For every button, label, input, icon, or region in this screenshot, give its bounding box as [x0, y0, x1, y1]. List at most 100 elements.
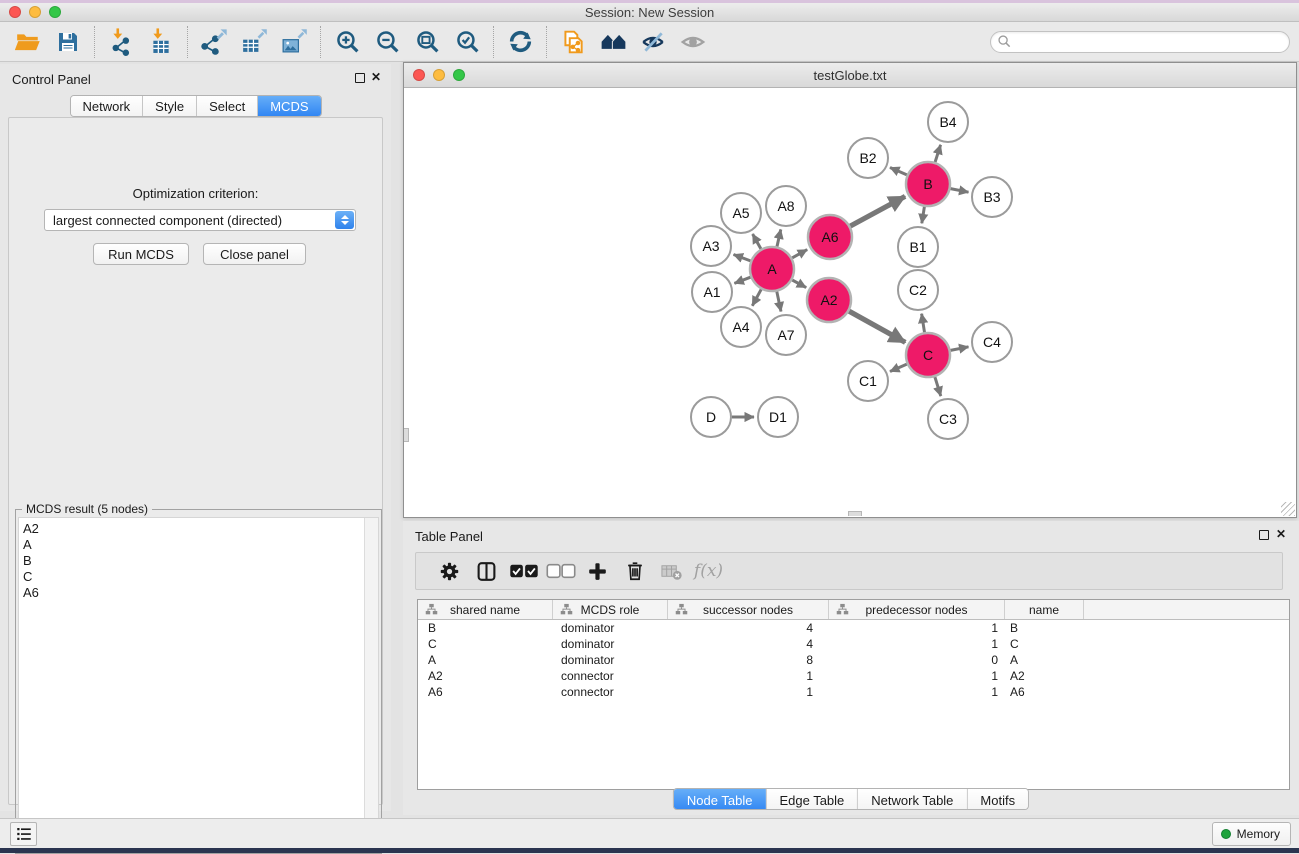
show-all-columns-icon[interactable] [505, 556, 542, 586]
network-overview-icon-glyph [600, 28, 627, 55]
mcds-result-item[interactable]: A6 [23, 585, 364, 601]
node-table-header: shared name MCDS rolesuccessor nodesprede… [418, 600, 1289, 620]
import-network-icon[interactable] [101, 25, 141, 59]
node-D[interactable]: D [691, 397, 731, 437]
table-row[interactable]: Cdominator41C [418, 636, 1289, 652]
window-resize-grip[interactable] [1281, 502, 1295, 516]
split-panel-icon[interactable] [468, 556, 505, 586]
column-label: shared name [450, 603, 520, 617]
node-C3[interactable]: C3 [928, 399, 968, 439]
column-header-MCDS-role[interactable]: MCDS role [553, 600, 668, 619]
node-A3[interactable]: A3 [691, 226, 731, 266]
mcds-result-item[interactable]: A [23, 537, 364, 553]
table-row[interactable]: A2connector11A2 [418, 668, 1289, 684]
canvas-bottom-handle[interactable] [848, 511, 862, 516]
table-panel-close-icon[interactable]: ✕ [1276, 527, 1286, 541]
search-box[interactable] [990, 31, 1290, 53]
table-row[interactable]: Adominator80A [418, 652, 1289, 668]
table-panel-title: Table Panel [415, 529, 483, 544]
zoom-out-icon[interactable] [367, 25, 407, 59]
node-A6[interactable]: A6 [808, 215, 852, 259]
column-header-name[interactable]: name [1005, 600, 1084, 619]
canvas-left-handle[interactable] [404, 428, 409, 442]
node-C2[interactable]: C2 [898, 270, 938, 310]
split-panel-icon-glyph [476, 561, 497, 582]
tab-style[interactable]: Style [143, 96, 197, 116]
add-column-icon[interactable] [579, 556, 616, 586]
toolbar-group [101, 25, 181, 59]
mcds-result-item[interactable]: A2 [23, 521, 364, 537]
table-panel-tabs: Node TableEdge TableNetwork TableMotifs [673, 788, 1029, 810]
node-B3[interactable]: B3 [972, 177, 1012, 217]
column-header-shared-name[interactable]: shared name [418, 600, 553, 619]
open-session-icon[interactable] [8, 25, 48, 59]
control-panel-close-icon[interactable]: ✕ [371, 70, 381, 84]
node-D1[interactable]: D1 [758, 397, 798, 437]
node-C[interactable]: C [906, 333, 950, 377]
hierarchy-column-icon [836, 603, 849, 616]
node-B1[interactable]: B1 [898, 227, 938, 267]
tab-node-table[interactable]: Node Table [674, 789, 767, 810]
tab-motifs[interactable]: Motifs [967, 789, 1028, 810]
network-canvas[interactable]: A A1 A2 A3 A4 A5 A6 A7 A8 B B1 B2 B3B4 C C1 C2 C3 C4 D D1 [404, 88, 1296, 517]
tab-mcds[interactable]: MCDS [258, 96, 320, 116]
node-B2[interactable]: B2 [848, 138, 888, 178]
control-panel-float-icon[interactable] [355, 73, 365, 83]
node-B[interactable]: B [906, 162, 950, 206]
edge-A-A4 [752, 289, 761, 306]
tab-edge-table[interactable]: Edge Table [766, 789, 858, 810]
edge-A2-C [849, 311, 905, 342]
mcds-result-scrollbar[interactable] [364, 518, 378, 850]
column-header-successor-nodes[interactable]: successor nodes [668, 600, 829, 619]
memory-button[interactable]: Memory [1212, 822, 1291, 846]
mcds-result-item[interactable]: C [23, 569, 364, 585]
table-row[interactable]: Bdominator41B [418, 620, 1289, 636]
delete-column-icon[interactable] [616, 556, 653, 586]
table-settings-icon[interactable] [431, 556, 468, 586]
duplicate-network-icon[interactable] [553, 25, 593, 59]
table-cell: 0 [829, 653, 1005, 667]
hide-all-columns-icon[interactable] [542, 556, 579, 586]
run-mcds-button[interactable]: Run MCDS [93, 243, 189, 265]
node-A4[interactable]: A4 [721, 307, 761, 347]
node-label-A2: A2 [820, 292, 837, 308]
node-C4[interactable]: C4 [972, 322, 1012, 362]
node-A5[interactable]: A5 [721, 193, 761, 233]
mcds-result-item[interactable]: B [23, 553, 364, 569]
node-A[interactable]: A [750, 247, 794, 291]
export-network-icon[interactable] [194, 25, 234, 59]
node-A1[interactable]: A1 [692, 272, 732, 312]
zoom-fit-icon[interactable] [407, 25, 447, 59]
export-table-icon[interactable] [234, 25, 274, 59]
table-cell: A [418, 653, 553, 667]
table-cell: 8 [668, 653, 829, 667]
tab-network-table[interactable]: Network Table [858, 789, 967, 810]
zoom-selected-icon[interactable] [447, 25, 487, 59]
export-image-icon[interactable] [274, 25, 314, 59]
task-history-button[interactable] [10, 822, 37, 846]
network-overview-icon[interactable] [593, 25, 633, 59]
node-label-C4: C4 [983, 334, 1001, 350]
search-input[interactable] [1016, 35, 1281, 49]
zoom-in-icon[interactable] [327, 25, 367, 59]
toolbar-group [500, 25, 540, 59]
refresh-layout-icon[interactable] [500, 25, 540, 59]
column-header-predecessor-nodes[interactable]: predecessor nodes [829, 600, 1005, 619]
save-session-icon[interactable] [48, 25, 88, 59]
hide-graphics-details-icon[interactable] [633, 25, 673, 59]
tab-network[interactable]: Network [70, 96, 143, 116]
node-A8[interactable]: A8 [766, 186, 806, 226]
table-panel-float-icon[interactable] [1259, 530, 1269, 540]
node-A7[interactable]: A7 [766, 315, 806, 355]
optimization-criterion-select[interactable]: largest connected component (directed) [44, 209, 356, 231]
toolbar-group [8, 25, 88, 59]
function-builder-icon: f(x) [690, 556, 727, 586]
edge-A-A5 [753, 234, 761, 249]
node-C1[interactable]: C1 [848, 361, 888, 401]
table-row[interactable]: A6connector11A6 [418, 684, 1289, 700]
tab-select[interactable]: Select [197, 96, 258, 116]
import-table-icon[interactable] [141, 25, 181, 59]
node-A2[interactable]: A2 [807, 278, 851, 322]
node-B4[interactable]: B4 [928, 102, 968, 142]
close-panel-button[interactable]: Close panel [203, 243, 306, 265]
